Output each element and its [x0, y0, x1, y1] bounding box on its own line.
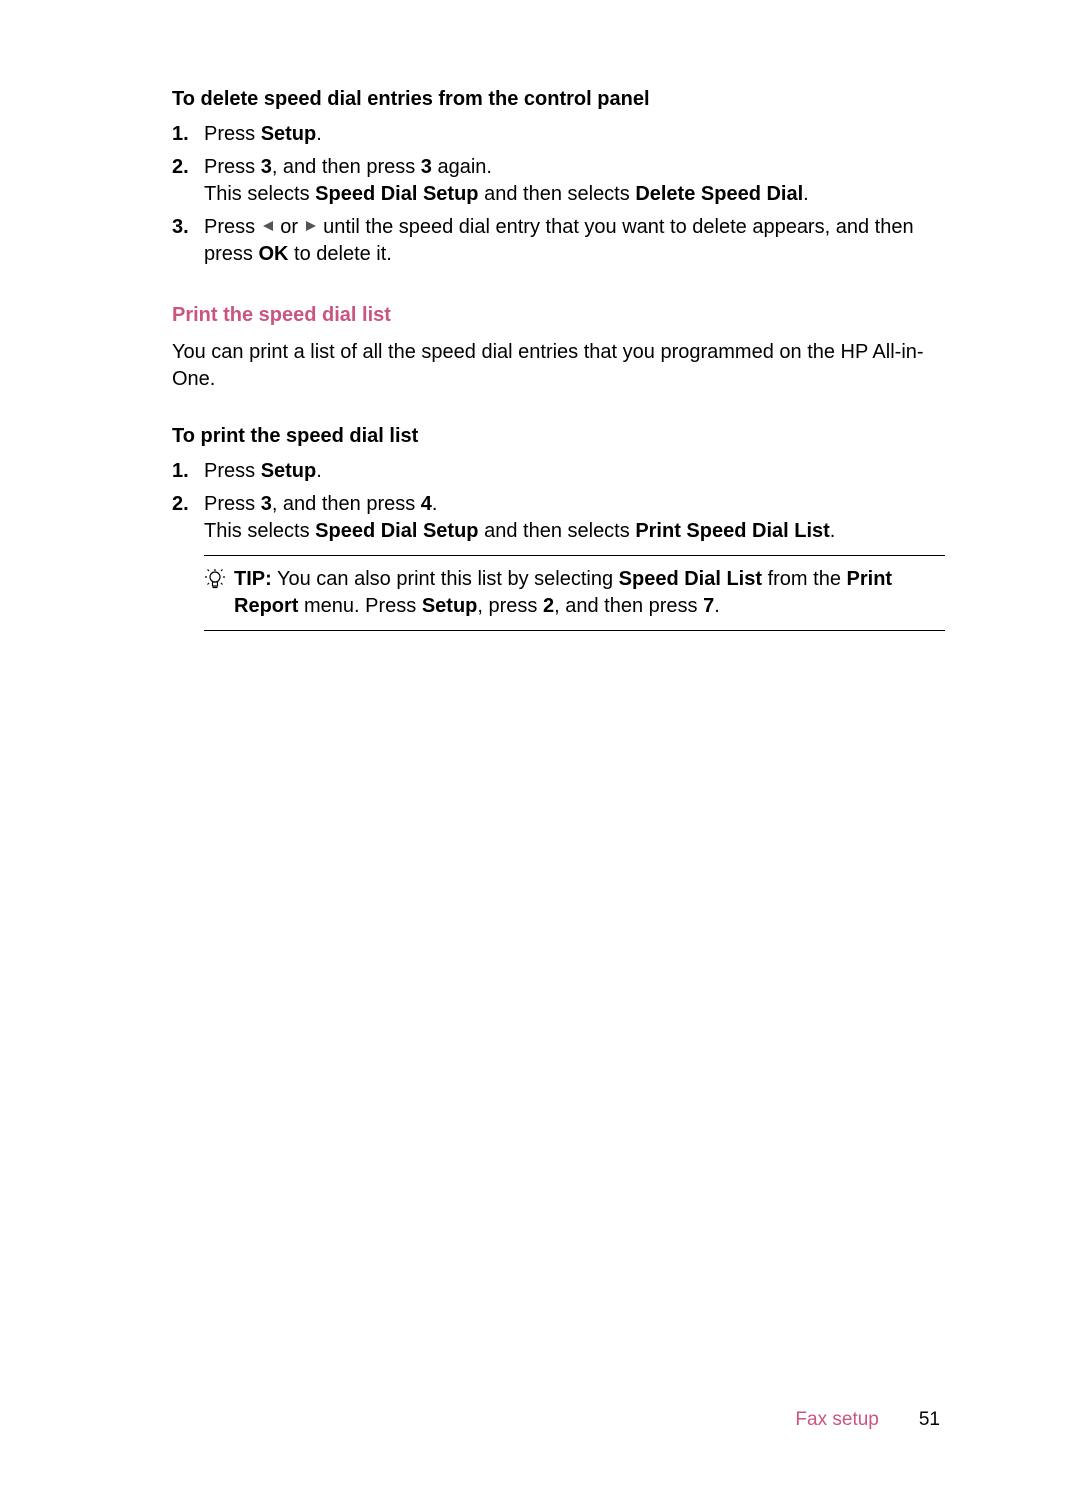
tip-callout: TIP: You can also print this list by sel…: [204, 555, 945, 631]
text: .: [803, 183, 809, 205]
text: Press: [204, 156, 261, 178]
page-footer: Fax setup 51: [795, 1407, 940, 1433]
footer-section-label: Fax setup: [795, 1407, 878, 1433]
tip-label: TIP:: [234, 568, 272, 590]
text: Press: [204, 216, 261, 238]
steps-print-speed-dial: 1. Press Setup. 2. Press 3, and then pre…: [172, 458, 945, 545]
text: , and then press: [272, 156, 421, 178]
bold: Setup: [261, 460, 317, 482]
text: Press: [204, 493, 261, 515]
bold: Setup: [422, 595, 478, 617]
bold: Speed Dial List: [619, 568, 762, 590]
step-item: 1. Press Setup.: [172, 458, 945, 485]
step-number: 2.: [172, 491, 204, 545]
text: This selects: [204, 183, 315, 205]
text: and then selects: [479, 183, 636, 205]
steps-delete-speed-dial: 1. Press Setup. 2. Press 3, and then pre…: [172, 121, 945, 268]
step-number: 1.: [172, 458, 204, 485]
text: from the: [762, 568, 846, 590]
text: This selects: [204, 520, 315, 542]
step-body: Press Setup.: [204, 121, 945, 148]
text: .: [432, 493, 438, 515]
heading-delete-speed-dial: To delete speed dial entries from the co…: [172, 86, 945, 113]
bold: Print Speed Dial List: [635, 520, 829, 542]
heading-print-speed-dial-list: Print the speed dial list: [172, 302, 945, 329]
text: , press: [477, 595, 543, 617]
text: menu. Press: [298, 595, 421, 617]
bold: 3: [261, 156, 272, 178]
bold: Setup: [261, 123, 317, 145]
paragraph: You can print a list of all the speed di…: [172, 339, 945, 393]
bold: 3: [421, 156, 432, 178]
text: , and then press: [554, 595, 703, 617]
text: .: [830, 520, 836, 542]
text: You can also print this list by selectin…: [272, 568, 619, 590]
text: Press: [204, 123, 261, 145]
step-number: 2.: [172, 154, 204, 208]
bold: 2: [543, 595, 554, 617]
text: .: [714, 595, 720, 617]
step-item: 2. Press 3, and then press 4. This selec…: [172, 491, 945, 545]
step-body: Press Setup.: [204, 458, 945, 485]
text: Press: [204, 460, 261, 482]
text: to delete it.: [288, 243, 391, 265]
step-body: Press 3, and then press 3 again. This se…: [204, 154, 945, 208]
bold: Speed Dial Setup: [315, 183, 478, 205]
step-item: 3. Press or until the speed dial entry t…: [172, 214, 945, 268]
page-content: To delete speed dial entries from the co…: [0, 0, 1080, 631]
bold: 3: [261, 493, 272, 515]
tip-text: TIP: You can also print this list by sel…: [234, 566, 945, 620]
arrow-right-icon: [304, 214, 318, 241]
page-number: 51: [919, 1407, 940, 1433]
step-item: 2. Press 3, and then press 3 again. This…: [172, 154, 945, 208]
text: .: [316, 460, 322, 482]
step-number: 3.: [172, 214, 204, 268]
step-number: 1.: [172, 121, 204, 148]
text: .: [316, 123, 322, 145]
arrow-left-icon: [261, 214, 275, 241]
bold: 4: [421, 493, 432, 515]
step-item: 1. Press Setup.: [172, 121, 945, 148]
text: again.: [432, 156, 492, 178]
text: or: [275, 216, 304, 238]
lightbulb-icon: [204, 568, 226, 590]
text: , and then press: [272, 493, 421, 515]
step-body: Press 3, and then press 4. This selects …: [204, 491, 945, 545]
bold: Speed Dial Setup: [315, 520, 478, 542]
bold: OK: [258, 243, 288, 265]
bold: 7: [703, 595, 714, 617]
text: and then selects: [479, 520, 636, 542]
heading-to-print-speed-dial-list: To print the speed dial list: [172, 423, 945, 450]
bold: Delete Speed Dial: [635, 183, 803, 205]
step-body: Press or until the speed dial entry that…: [204, 214, 945, 268]
